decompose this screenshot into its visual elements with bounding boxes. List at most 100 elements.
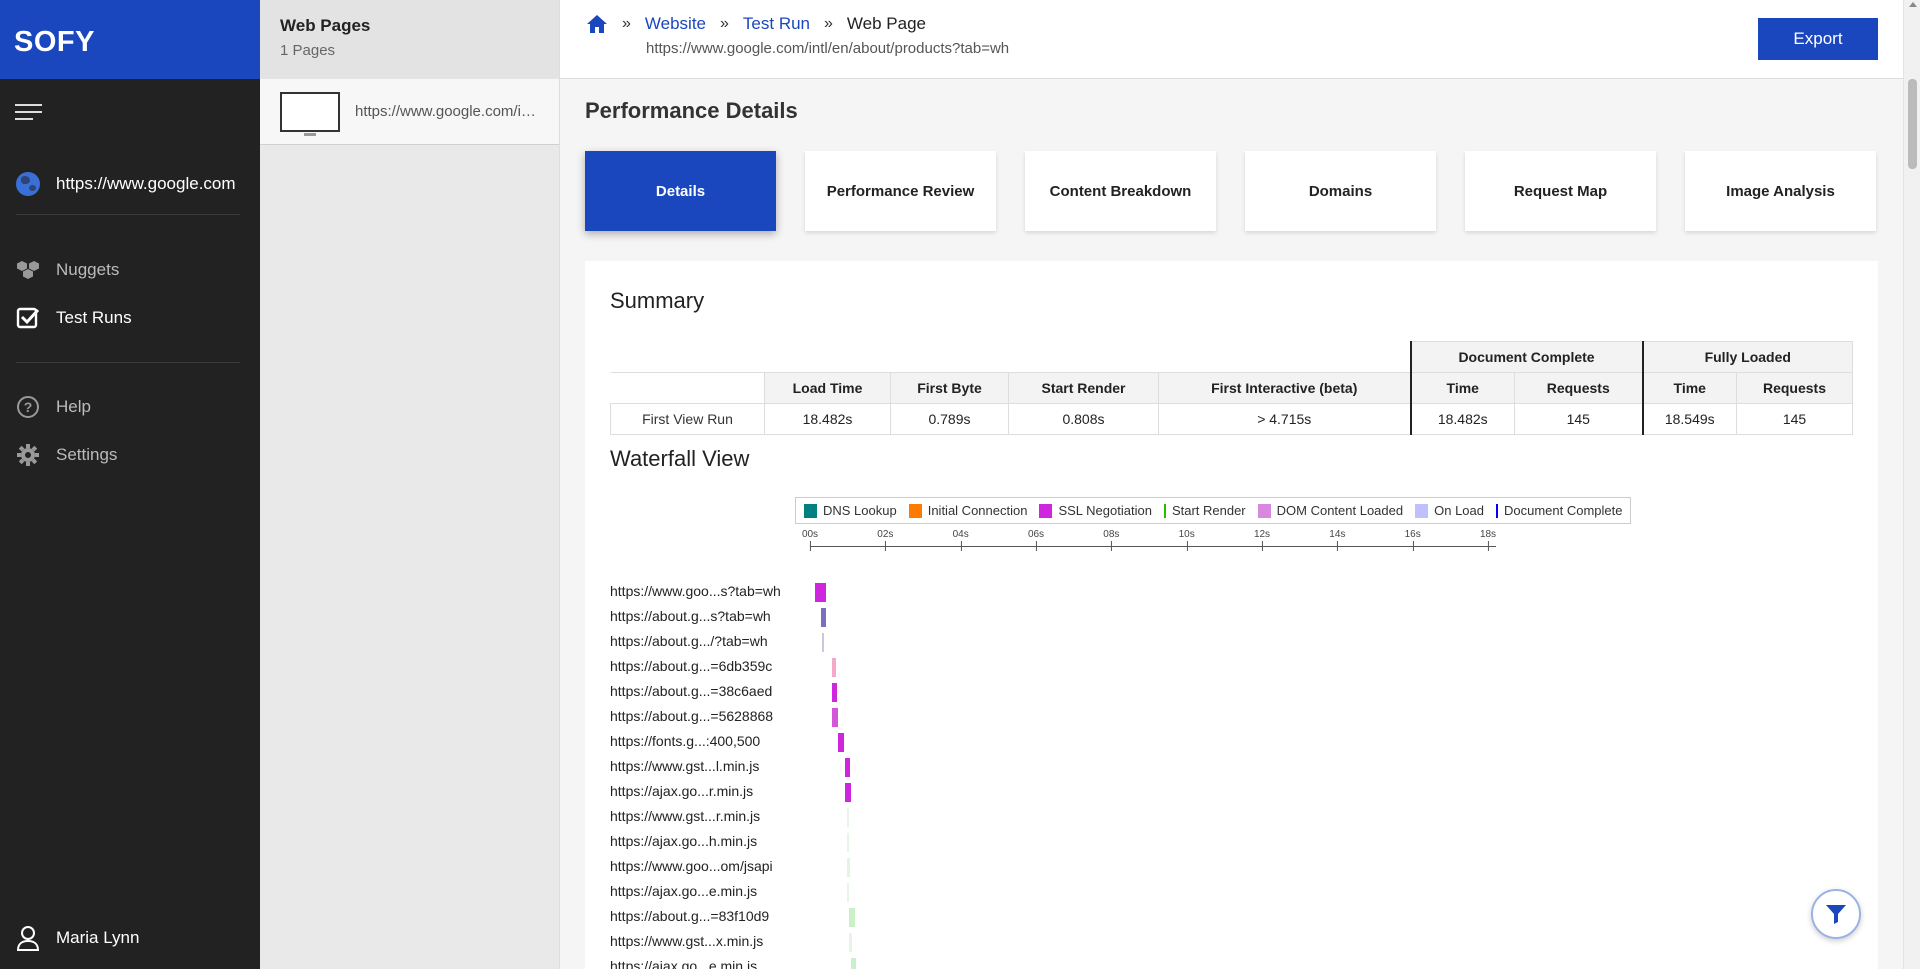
page-scrollbar[interactable] bbox=[1903, 0, 1920, 969]
sidebar-item-label: Test Runs bbox=[56, 308, 132, 327]
cell-full-time: 18.549s bbox=[1641, 403, 1737, 435]
request-bar bbox=[815, 583, 826, 602]
request-bar bbox=[837, 733, 845, 752]
globe-icon bbox=[16, 172, 40, 196]
brand-logo[interactable]: SOFY bbox=[0, 0, 260, 79]
request-bar bbox=[847, 808, 850, 827]
axis-tick-label: 18s bbox=[1479, 529, 1497, 551]
page-list-item[interactable]: https://www.google.com/intl/en/about/pro… bbox=[260, 79, 559, 145]
waterfall-row[interactable]: https://www.goo...s?tab=wh bbox=[610, 581, 1610, 606]
header-document-complete: Document Complete bbox=[1409, 341, 1643, 373]
waterfall-row[interactable]: https://about.g...s?tab=wh bbox=[610, 606, 1610, 631]
tab-image-analysis[interactable]: Image Analysis bbox=[1685, 151, 1876, 231]
chevron-double-right-icon: » bbox=[622, 15, 631, 32]
sidebar-item-settings[interactable]: Settings bbox=[16, 443, 117, 467]
waterfall-axis: 00s 02s 04s 06s 08s 10s 12s 14s 16s 18s bbox=[802, 529, 1497, 559]
waterfall-row[interactable]: https://about.g...=6db359c bbox=[610, 656, 1610, 681]
legend-label: SSL Negotiation bbox=[1058, 503, 1152, 518]
waterfall-title: Waterfall View bbox=[610, 446, 750, 471]
legend-swatch bbox=[1039, 503, 1053, 518]
legend-label: DOM Content Loaded bbox=[1276, 503, 1404, 518]
request-url: https://about.g...=38c6aed bbox=[610, 683, 773, 699]
legend-item: Start Render bbox=[1163, 503, 1246, 518]
hamburger-menu-icon[interactable] bbox=[15, 104, 42, 122]
legend-swatch bbox=[1415, 503, 1429, 518]
waterfall-row[interactable]: https://ajax.go...e.min.js bbox=[610, 881, 1610, 906]
tab-bar: Details Performance Review Content Break… bbox=[585, 151, 1876, 231]
tab-details[interactable]: Details bbox=[585, 151, 776, 231]
sidebar-item-nuggets[interactable]: Nuggets bbox=[16, 258, 119, 282]
user-profile[interactable]: Maria Lynn bbox=[16, 926, 139, 951]
waterfall-row[interactable]: https://about.g.../?tab=wh bbox=[610, 631, 1610, 656]
tab-content-breakdown[interactable]: Content Breakdown bbox=[1025, 151, 1216, 231]
breadcrumb: » Website » Test Run » Web Page bbox=[586, 14, 926, 34]
waterfall-row[interactable]: https://www.gst...r.min.js bbox=[610, 806, 1610, 831]
legend-swatch bbox=[1257, 503, 1271, 518]
filter-button[interactable] bbox=[1811, 889, 1861, 939]
sidebar-item-test-runs[interactable]: Test Runs bbox=[16, 306, 132, 330]
chevron-double-right-icon: » bbox=[824, 15, 833, 32]
filter-icon bbox=[1826, 905, 1846, 924]
waterfall-row[interactable]: https://ajax.go...r.min.js bbox=[610, 781, 1610, 806]
home-icon[interactable] bbox=[586, 14, 608, 34]
chevron-double-right-icon: » bbox=[720, 15, 729, 32]
table-blank-cell bbox=[610, 372, 765, 404]
legend-label: Initial Connection bbox=[927, 503, 1028, 518]
web-pages-count: 1 Pages bbox=[280, 42, 336, 59]
request-bar bbox=[845, 758, 851, 777]
request-url: https://about.g...s?tab=wh bbox=[610, 608, 771, 624]
cell-load-time: 18.482s bbox=[764, 403, 891, 435]
waterfall-row[interactable]: https://www.gst...x.min.js bbox=[610, 931, 1610, 956]
tab-performance-review[interactable]: Performance Review bbox=[805, 151, 996, 231]
cell-start-render: 0.808s bbox=[1008, 403, 1159, 435]
legend-item: SSL Negotiation bbox=[1039, 503, 1152, 518]
legend-item: Document Complete bbox=[1495, 503, 1622, 518]
request-url: https://about.g...=6db359c bbox=[610, 658, 773, 674]
request-url: https://www.gst...l.min.js bbox=[610, 758, 760, 774]
col-first-byte: First Byte bbox=[890, 372, 1009, 404]
web-pages-panel: Web Pages 1 Pages https://www.google.com… bbox=[260, 0, 560, 969]
tab-request-map[interactable]: Request Map bbox=[1465, 151, 1656, 231]
request-bar bbox=[845, 783, 851, 802]
axis-tick-label: 00s bbox=[801, 529, 819, 551]
summary-title: Summary bbox=[610, 288, 705, 313]
site-selector[interactable]: https://www.google.com bbox=[16, 172, 236, 196]
legend-label: Start Render bbox=[1171, 503, 1246, 518]
waterfall-row[interactable]: https://fonts.g...:400,500 bbox=[610, 731, 1610, 756]
waterfall-legend: DNS Lookup Initial Connection SSL Negotiat… bbox=[795, 497, 1632, 524]
legend-swatch bbox=[804, 503, 817, 518]
scroll-up-arrow-icon[interactable] bbox=[1909, 2, 1917, 7]
breadcrumb-test-run[interactable]: Test Run bbox=[743, 14, 810, 34]
sidebar-item-label: Nuggets bbox=[56, 260, 120, 279]
sidebar-item-label: Settings bbox=[56, 445, 118, 464]
gear-icon bbox=[16, 443, 40, 467]
col-full-time: Time bbox=[1641, 372, 1737, 404]
request-url: https://fonts.g...:400,500 bbox=[610, 733, 761, 749]
sidebar-item-help[interactable]: ? Help bbox=[16, 395, 91, 419]
legend-item: On Load bbox=[1415, 503, 1484, 518]
request-url: https://about.g.../?tab=wh bbox=[610, 633, 768, 649]
waterfall-row[interactable]: https://www.goo...om/jsapi bbox=[610, 856, 1610, 881]
waterfall-row[interactable]: https://about.g...=38c6aed bbox=[610, 681, 1610, 706]
site-url: https://www.google.com bbox=[56, 174, 236, 193]
axis-tick-label: 04s bbox=[952, 529, 969, 551]
request-bar bbox=[848, 933, 852, 952]
tab-domains[interactable]: Domains bbox=[1245, 151, 1436, 231]
request-url: https://www.gst...r.min.js bbox=[610, 808, 761, 824]
legend-item: Initial Connection bbox=[908, 503, 1028, 518]
export-button[interactable]: Export bbox=[1758, 18, 1878, 60]
waterfall-row[interactable]: https://www.gst...l.min.js bbox=[610, 756, 1610, 781]
sidebar: SOFY https://www.google.com Nuggets Test… bbox=[0, 0, 260, 969]
scrollbar-thumb[interactable] bbox=[1908, 79, 1917, 169]
svg-text:?: ? bbox=[24, 399, 33, 415]
top-header: » Website » Test Run » Web Page https://… bbox=[560, 0, 1903, 79]
breadcrumb-website[interactable]: Website bbox=[645, 14, 706, 34]
page-url-subtitle: https://www.google.com/intl/en/about/pro… bbox=[646, 40, 1010, 57]
waterfall-row[interactable]: https://ajax.go...e.min.js bbox=[610, 956, 1610, 969]
sidebar-divider bbox=[16, 362, 240, 363]
waterfall-row[interactable]: https://about.g...=5628868 bbox=[610, 706, 1610, 731]
page-url: https://www.google.com/intl/en/about/pro… bbox=[355, 103, 537, 120]
waterfall-row[interactable]: https://about.g...=83f10d9 bbox=[610, 906, 1610, 931]
web-pages-title: Web Pages bbox=[280, 16, 371, 35]
waterfall-row[interactable]: https://ajax.go...h.min.js bbox=[610, 831, 1610, 856]
